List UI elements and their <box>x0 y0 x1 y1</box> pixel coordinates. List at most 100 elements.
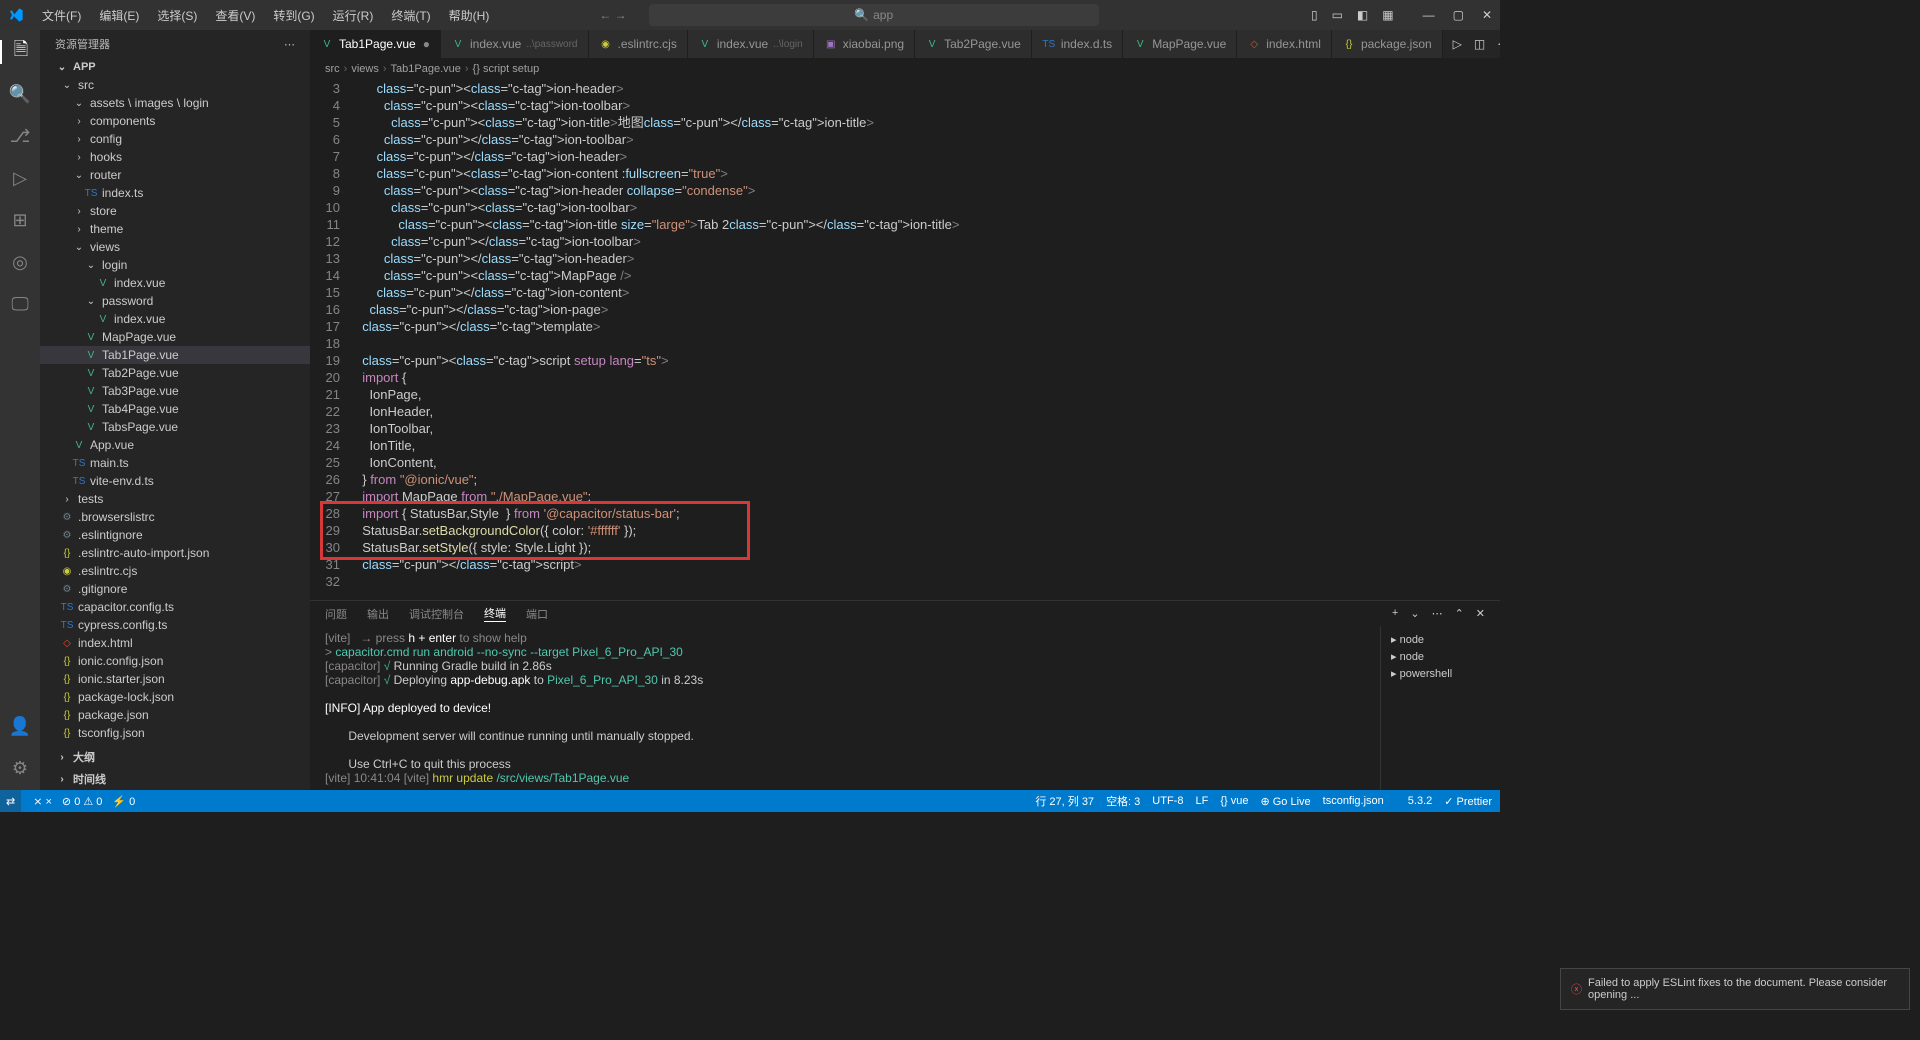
status-item[interactable]: 空格: 3 <box>1106 793 1140 809</box>
tree-item[interactable]: ›store <box>40 202 310 220</box>
editor-tab[interactable]: Vindex.vue..\login <box>688 30 814 58</box>
nav-arrows[interactable]: ← → <box>599 8 626 22</box>
menu-item[interactable]: 编辑(E) <box>91 3 147 28</box>
minimap[interactable] <box>1420 80 1500 600</box>
status-item[interactable]: ⨯ × <box>33 795 52 808</box>
editor-tab[interactable]: TSindex.d.ts <box>1032 30 1123 58</box>
tree-item[interactable]: VApp.vue <box>40 436 310 454</box>
sidebar-icon[interactable]: ◧ <box>1357 8 1368 22</box>
tree-item[interactable]: ⚙.gitignore <box>40 580 310 598</box>
notification[interactable]: ⓧ Failed to apply ESLint fixes to the do… <box>1560 968 1910 1010</box>
panel-tab[interactable]: 调试控制台 <box>409 606 464 622</box>
menu-item[interactable]: 帮助(H) <box>441 3 498 28</box>
extensions-icon[interactable]: ⊞ <box>8 208 32 232</box>
terminal-instance[interactable]: ▸ powershell <box>1386 665 1495 682</box>
status-item[interactable]: tsconfig.json <box>1323 795 1384 807</box>
more-icon[interactable]: ⋯ <box>1432 607 1443 620</box>
dropdown-icon[interactable]: ⌄ <box>1410 607 1419 620</box>
run-button[interactable]: ▷ <box>1453 37 1462 51</box>
tree-item[interactable]: ⌄assets \ images \ login <box>40 94 310 112</box>
remote-button[interactable]: ⇄ <box>0 790 21 812</box>
tree-item[interactable]: VTab3Page.vue <box>40 382 310 400</box>
tree-item[interactable]: VMapPage.vue <box>40 328 310 346</box>
editor-tab[interactable]: ◇index.html <box>1237 30 1332 58</box>
tree-item[interactable]: {}package-lock.json <box>40 688 310 706</box>
tree-item[interactable]: ›config <box>40 130 310 148</box>
maximize-button[interactable]: ▢ <box>1453 8 1464 22</box>
tree-item[interactable]: {}tsconfig.json <box>40 724 310 742</box>
tree-item[interactable]: Vindex.vue <box>40 310 310 328</box>
terminal-output[interactable]: [vite] → press h + enter to show help > … <box>310 626 1380 790</box>
search-icon[interactable]: 🔍 <box>8 82 32 106</box>
menu-item[interactable]: 选择(S) <box>149 3 205 28</box>
panel-tab[interactable]: 输出 <box>367 606 389 622</box>
status-item[interactable]: ✓ Prettier <box>1444 795 1492 808</box>
panel-tab[interactable]: 问题 <box>325 606 347 622</box>
tree-item[interactable]: VTab1Page.vue <box>40 346 310 364</box>
ionic-icon[interactable]: ◎ <box>8 250 32 274</box>
panel-icon[interactable]: ▭ <box>1332 8 1343 22</box>
tree-item[interactable]: ⌄src <box>40 76 310 94</box>
more-button[interactable]: ⋯ <box>1497 37 1500 51</box>
tree-item[interactable]: TScapacitor.config.ts <box>40 598 310 616</box>
explorer-icon[interactable]: 🗎 <box>0 40 40 64</box>
status-item[interactable]: LF <box>1195 795 1208 807</box>
panel-tab[interactable]: 端口 <box>526 606 548 622</box>
editor-tab[interactable]: {}package.json <box>1332 30 1443 58</box>
minimize-button[interactable]: — <box>1423 8 1435 22</box>
tree-item[interactable]: ⌄router <box>40 166 310 184</box>
tree-item[interactable]: ›tests <box>40 490 310 508</box>
more-icon[interactable]: ⋯ <box>284 38 295 51</box>
status-item[interactable]: UTF-8 <box>1152 795 1183 807</box>
tree-item[interactable]: ›components <box>40 112 310 130</box>
run-icon[interactable]: ▷ <box>8 166 32 190</box>
project-title[interactable]: ⌄APP <box>40 58 310 76</box>
tree-item[interactable]: {}ionic.config.json <box>40 652 310 670</box>
tree-item[interactable]: TSindex.ts <box>40 184 310 202</box>
tree-item[interactable]: Vindex.vue <box>40 274 310 292</box>
editor-tab[interactable]: ◉.eslintrc.cjs <box>589 30 688 58</box>
layout-icon[interactable]: ▯ <box>1311 8 1318 22</box>
menu-item[interactable]: 运行(R) <box>325 3 382 28</box>
tree-item[interactable]: TScypress.config.ts <box>40 616 310 634</box>
editor-tab[interactable]: ▣xiaobai.png <box>814 30 915 58</box>
tree-item[interactable]: ⚙.eslintignore <box>40 526 310 544</box>
tree-item[interactable]: ⌄password <box>40 292 310 310</box>
timeline-section[interactable]: ›时间线 <box>40 768 310 790</box>
tree-item[interactable]: ◇index.html <box>40 634 310 652</box>
tree-item[interactable]: VTab4Page.vue <box>40 400 310 418</box>
tree-item[interactable]: TSmain.ts <box>40 454 310 472</box>
breadcrumb[interactable]: src ›views ›Tab1Page.vue ›{} script setu… <box>310 58 1500 80</box>
editor-tab[interactable]: VTab2Page.vue <box>915 30 1032 58</box>
editor-tab[interactable]: VMapPage.vue <box>1123 30 1237 58</box>
status-item[interactable]: ⊘ 0 ⚠ 0 <box>62 795 102 808</box>
editor-tab[interactable]: VTab1Page.vue● <box>310 30 441 58</box>
split-button[interactable]: ◫ <box>1474 37 1485 51</box>
tree-item[interactable]: ›hooks <box>40 148 310 166</box>
settings-icon[interactable]: ⚙ <box>8 756 32 780</box>
tree-item[interactable]: ⌄views <box>40 238 310 256</box>
panel-tab[interactable]: 终端 <box>484 605 506 622</box>
customize-icon[interactable]: ▦ <box>1382 8 1393 22</box>
close-icon[interactable]: ✕ <box>1476 607 1485 620</box>
tree-item[interactable]: ◉.eslintrc.cjs <box>40 562 310 580</box>
command-center[interactable]: 🔍 app <box>649 4 1099 26</box>
tree-item[interactable]: {}ionic.starter.json <box>40 670 310 688</box>
status-item[interactable]: 行 27, 列 37 <box>1035 793 1094 809</box>
terminal-instance[interactable]: ▸ node <box>1386 648 1495 665</box>
scm-icon[interactable]: ⎇ <box>8 124 32 148</box>
remote-icon[interactable]: 🖵 <box>8 292 32 316</box>
menu-item[interactable]: 查看(V) <box>207 3 263 28</box>
status-item[interactable]: ⊕ Go Live <box>1260 795 1310 808</box>
outline-section[interactable]: ›大纲 <box>40 746 310 768</box>
maximize-icon[interactable]: ⌃ <box>1455 607 1464 620</box>
menu-item[interactable]: 文件(F) <box>34 3 89 28</box>
close-button[interactable]: ✕ <box>1482 8 1492 22</box>
menu-item[interactable]: 终端(T) <box>383 3 438 28</box>
status-item[interactable]: ⚡ 0 <box>112 795 135 808</box>
terminal-instance[interactable]: ▸ node <box>1386 631 1495 648</box>
menu-item[interactable]: 转到(G) <box>265 3 322 28</box>
tree-item[interactable]: TSvite-env.d.ts <box>40 472 310 490</box>
tree-item[interactable]: ⚙.browserslistrc <box>40 508 310 526</box>
account-icon[interactable]: 👤 <box>8 714 32 738</box>
